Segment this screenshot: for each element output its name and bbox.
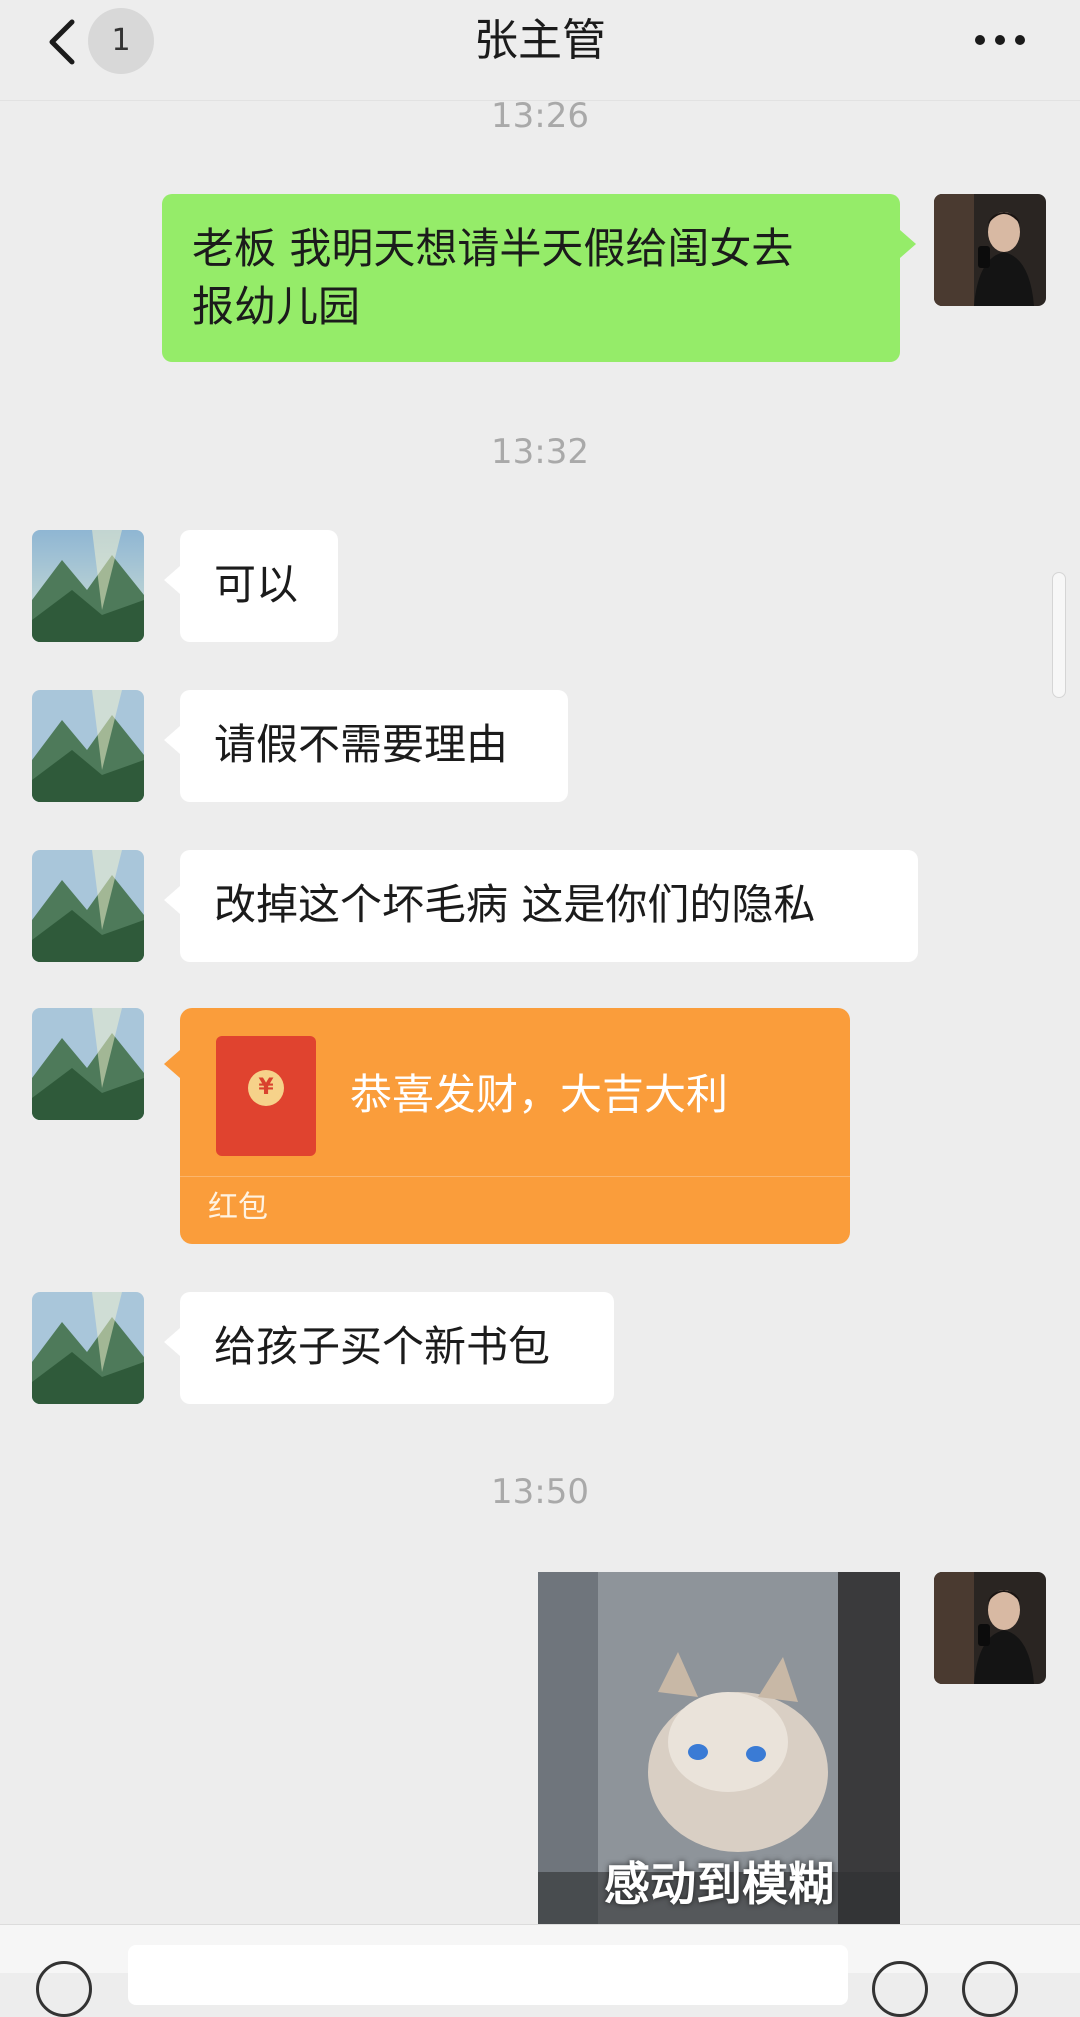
received-message-bubble[interactable]: 可以	[164, 530, 338, 642]
my-avatar[interactable]	[934, 194, 1046, 306]
contact-avatar[interactable]	[32, 690, 144, 802]
input-toolbar	[0, 1924, 1080, 2017]
message-text: 可以	[214, 560, 299, 609]
emoji-icon[interactable]	[872, 1961, 928, 2017]
chat-scrollbar[interactable]	[1052, 572, 1066, 698]
received-message-bubble[interactable]: 给孩子买个新书包	[164, 1292, 614, 1404]
message-text: 请假不需要理由	[214, 720, 509, 769]
yuan-coin-icon: ¥	[248, 1070, 284, 1106]
chat-title: 张主管	[474, 15, 606, 66]
voice-icon[interactable]	[36, 1961, 92, 2017]
chat-header: 1 张主管	[0, 0, 1080, 101]
received-message-bubble[interactable]: 请假不需要理由	[164, 690, 568, 802]
red-packet-message[interactable]: ¥ 恭喜发财，大吉大利 红包	[164, 1008, 850, 1244]
message-timestamp: 13:26	[491, 96, 589, 136]
message-text: 给孩子买个新书包	[214, 1322, 551, 1371]
red-packet-divider	[180, 1176, 850, 1177]
received-message-bubble[interactable]: 改掉这个坏毛病 这是你们的隐私	[164, 850, 918, 962]
plus-icon[interactable]	[962, 1961, 1018, 2017]
red-packet-wish: 恭喜发财，大吉大利	[350, 1070, 729, 1119]
message-input[interactable]	[128, 1945, 848, 2005]
contact-avatar[interactable]	[32, 1292, 144, 1404]
contact-avatar[interactable]	[32, 530, 144, 642]
more-horizontal-icon[interactable]	[972, 26, 1028, 54]
sticker-caption: 感动到模糊	[604, 1857, 834, 1911]
message-text: 改掉这个坏毛病 这是你们的隐私	[214, 880, 816, 929]
message-text-line: 老板 我明天想请半天假给闺女去	[192, 224, 794, 273]
my-avatar[interactable]	[934, 1572, 1046, 1684]
red-envelope-icon: ¥	[216, 1036, 316, 1156]
message-timestamp: 13:32	[491, 432, 589, 472]
message-text-line: 报幼儿园	[192, 282, 361, 331]
message-timestamp: 13:50	[491, 1472, 589, 1512]
sent-message-bubble[interactable]: 老板 我明天想请半天假给闺女去 报幼儿园	[162, 194, 916, 362]
contact-avatar[interactable]	[32, 1008, 144, 1120]
contact-avatar[interactable]	[32, 850, 144, 962]
sticker-image-message[interactable]: 感动到模糊	[538, 1572, 900, 1924]
red-packet-label: 红包	[208, 1190, 268, 1225]
